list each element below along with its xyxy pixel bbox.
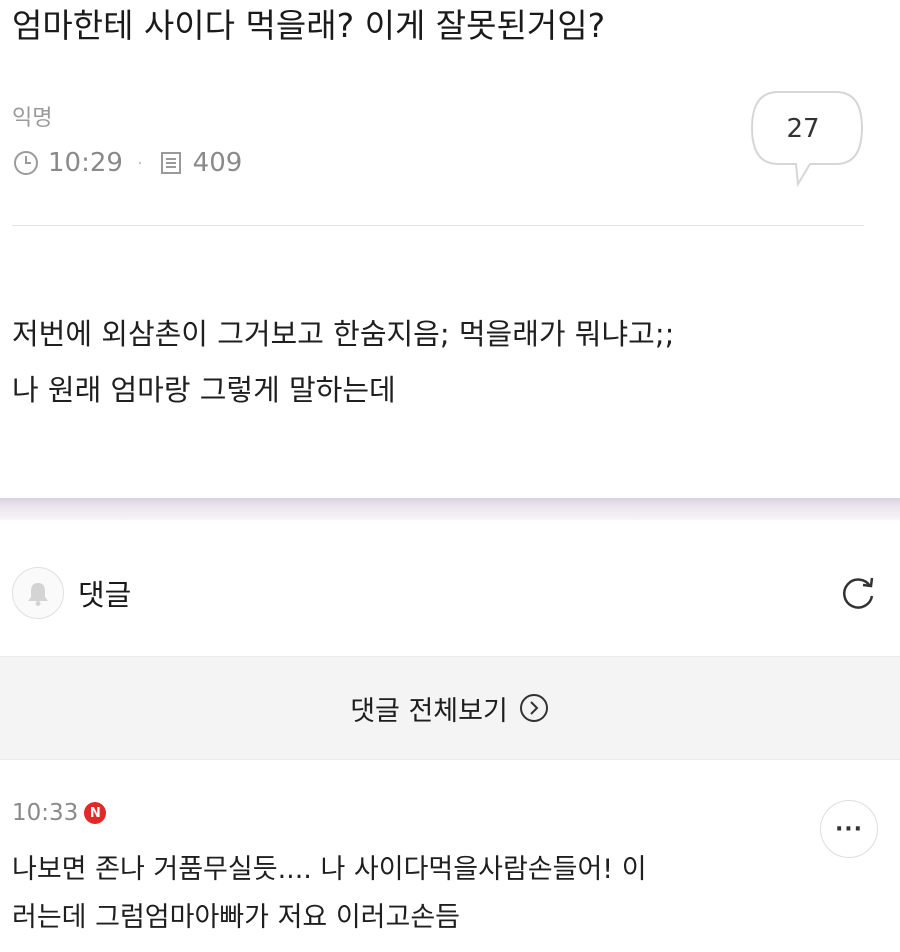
comment-body: 나보면 존나 거품무실듯.... 나 사이다먹을사람손들어! 이 러는데 그럼엄…	[12, 846, 812, 942]
clock-icon	[12, 149, 40, 177]
more-options-button[interactable]: ···	[820, 800, 878, 858]
author-name: 익명	[12, 106, 53, 131]
comment-line: 러는데 그럼엄마아빠가 저요 이러고손듬	[12, 902, 461, 933]
refresh-icon[interactable]	[836, 572, 880, 616]
document-icon	[157, 149, 185, 177]
post-body: 저번에 외삼촌이 그거보고 한숨지음; 먹을래가 뭐냐고;; 나 원래 엄마랑 …	[12, 306, 892, 418]
comment-count-bubble[interactable]: 27	[748, 88, 866, 188]
section-divider	[0, 498, 900, 520]
new-badge: N	[84, 802, 107, 824]
meta-separator: ·	[136, 152, 143, 174]
view-count: 409	[192, 148, 243, 178]
comment-meta: 10:33 N	[12, 798, 107, 828]
post-time: 10:29	[48, 148, 123, 178]
post-title: 엄마한테 사이다 먹을래? 이게 잘못된거임?	[12, 6, 606, 45]
post-body-line: 나 원래 엄마랑 그렇게 말하는데	[12, 373, 396, 407]
view-all-comments-button[interactable]: 댓글 전체보기	[0, 656, 900, 760]
circle-arrow-right-icon	[518, 692, 550, 724]
post-meta: 10:29 · 409	[12, 146, 242, 180]
comment-time: 10:33	[12, 800, 79, 826]
comments-label: 댓글	[78, 578, 132, 612]
title-divider	[12, 225, 864, 226]
comments-header: 댓글	[12, 562, 888, 624]
post-body-line: 저번에 외삼촌이 그거보고 한숨지음; 먹을래가 뭐냐고;;	[12, 317, 675, 351]
comment-line: 나보면 존나 거품무실듯.... 나 사이다먹을사람손들어! 이	[12, 854, 647, 885]
bell-icon[interactable]	[12, 567, 64, 619]
view-all-label: 댓글 전체보기	[350, 695, 508, 727]
comment-count: 27	[786, 114, 820, 144]
